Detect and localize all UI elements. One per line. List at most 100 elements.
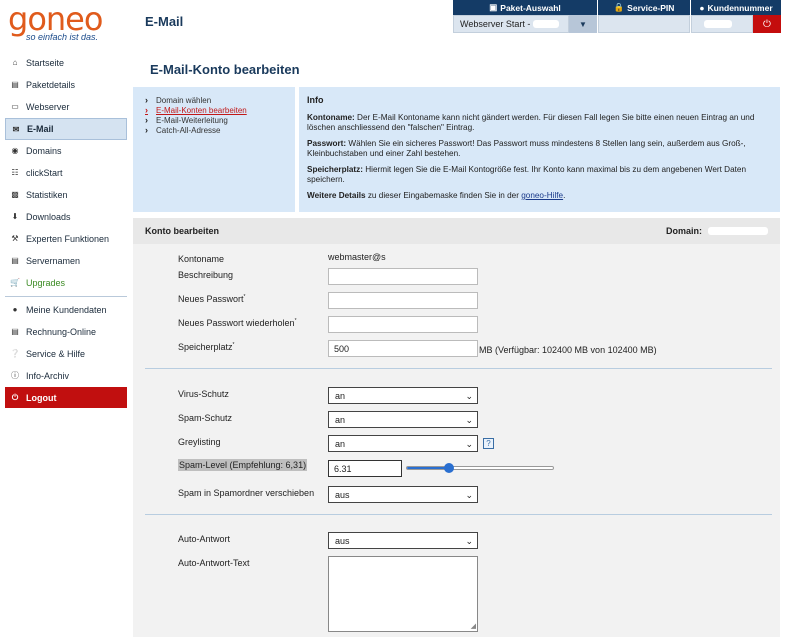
form-divider bbox=[145, 368, 772, 369]
sidebar-item-label: Domains bbox=[26, 145, 62, 156]
service-pin-label: Service-PIN bbox=[627, 2, 675, 13]
greylisting-select[interactable]: an ⌄ bbox=[328, 435, 478, 452]
apps-icon: ☷ bbox=[11, 168, 19, 177]
sidebar-item-email[interactable]: ✉ E-Mail bbox=[5, 118, 127, 140]
step-catch-all[interactable]: › Catch-All-Adresse bbox=[145, 125, 295, 135]
auto-antwort-select[interactable]: aus ⌄ bbox=[328, 532, 478, 549]
sidebar-item-kundendaten[interactable]: ● Meine Kundendaten bbox=[5, 299, 127, 321]
webserver-dropdown-arrow[interactable]: ▼ bbox=[569, 15, 597, 33]
lock-icon: 🔒 bbox=[613, 2, 625, 12]
info-passwort: Passwort: Wählen Sie ein sicheres Passwo… bbox=[307, 139, 772, 159]
header-title: E-Mail bbox=[145, 14, 184, 29]
kontoname-value: webmaster@s bbox=[328, 252, 456, 262]
step-konten-bearbeiten[interactable]: › E-Mail-Konten bearbeiten bbox=[145, 105, 295, 115]
redacted-text bbox=[708, 227, 768, 235]
service-pin-value bbox=[598, 15, 690, 33]
user-icon: ● bbox=[699, 2, 705, 13]
sidebar-item-webserver[interactable]: ▭ Webserver bbox=[5, 96, 127, 118]
beschreibung-input[interactable] bbox=[328, 268, 478, 285]
sidebar-item-clickstart[interactable]: ☷ clickStart bbox=[5, 162, 127, 184]
spamordner-select[interactable]: aus ⌄ bbox=[328, 486, 478, 503]
slider-thumb[interactable] bbox=[444, 463, 455, 473]
goneo-hilfe-link[interactable]: goneo-Hilfe bbox=[521, 191, 563, 200]
info-bold: Passwort: bbox=[307, 139, 347, 148]
info-bold: Speicherplatz: bbox=[307, 165, 363, 174]
power-icon[interactable]: ⏻ bbox=[753, 15, 781, 33]
passwort-wiederholen-label: Neues Passwort wiederholen* bbox=[178, 318, 297, 328]
panel-body: Kontoname webmaster@s Beschreibung Neues… bbox=[133, 244, 780, 637]
webserver-select[interactable]: Webserver Start - bbox=[453, 15, 569, 33]
sidebar-item-label: Servernamen bbox=[26, 255, 81, 266]
help-icon: ❔ bbox=[10, 349, 20, 358]
auto-antwort-text-label: Auto-Antwort-Text bbox=[178, 558, 250, 568]
spam-level-input[interactable]: 6.31 bbox=[328, 460, 402, 477]
beschreibung-label: Beschreibung bbox=[178, 270, 234, 280]
goneo-logo[interactable]: goneo so einfach ist das. bbox=[8, 0, 126, 42]
info-text: Der E-Mail Kontoname kann nicht gändert … bbox=[307, 113, 755, 132]
passwort-wiederholen-text: Neues Passwort wiederholen bbox=[178, 318, 295, 328]
paket-auswahl-tab[interactable]: ▣ Paket-Auswahl bbox=[453, 0, 597, 15]
package-icon: ▣ bbox=[489, 2, 498, 12]
step-label: Domain wählen bbox=[156, 95, 212, 105]
form-divider bbox=[145, 514, 772, 515]
step-weiterleitung[interactable]: › E-Mail-Weiterleitung bbox=[145, 115, 295, 125]
neues-passwort-input[interactable] bbox=[328, 292, 478, 309]
chevron-right-icon: › bbox=[145, 125, 148, 135]
sidebar-item-logout[interactable]: ⏻ Logout bbox=[5, 387, 127, 409]
server-icon: ▭ bbox=[11, 102, 19, 111]
info-box: Info Kontoname: Der E-Mail Kontoname kan… bbox=[299, 87, 780, 212]
globe-icon: ◉ bbox=[11, 146, 19, 155]
sidebar-item-paketdetails[interactable]: ▤ Paketdetails bbox=[5, 74, 127, 96]
info-text: Wählen Sie ein sicheres Passwort! Das Pa… bbox=[307, 139, 746, 158]
invoice-icon: ▤ bbox=[11, 327, 19, 336]
passwort-wiederholen-input[interactable] bbox=[328, 316, 478, 333]
chevron-right-icon: › bbox=[145, 105, 148, 115]
step-label: E-Mail-Weiterleitung bbox=[156, 115, 228, 125]
speicherplatz-input[interactable]: 500 bbox=[328, 340, 478, 357]
paket-auswahl-label: Paket-Auswahl bbox=[500, 2, 561, 13]
sidebar-item-downloads[interactable]: ⬇ Downloads bbox=[5, 206, 127, 228]
kontoname-label: Kontoname bbox=[178, 254, 225, 264]
sidebar-item-label: Logout bbox=[26, 392, 57, 403]
spam-schutz-value: an bbox=[335, 414, 346, 425]
sidebar-item-label: E-Mail bbox=[27, 124, 54, 134]
sidebar-item-upgrades[interactable]: 🛒 Upgrades bbox=[5, 272, 127, 294]
wrench-icon: ⚒ bbox=[11, 234, 19, 243]
resize-grip-icon[interactable]: ◢ bbox=[471, 622, 476, 630]
top-bar: ▣ Paket-Auswahl 🔒 Service-PIN ● Kundennu… bbox=[453, 0, 781, 33]
sidebar-item-experten[interactable]: ⚒ Experten Funktionen bbox=[5, 228, 127, 250]
service-pin-tab[interactable]: 🔒 Service-PIN bbox=[598, 0, 690, 15]
chevron-down-icon: ⌄ bbox=[465, 415, 473, 425]
stats-icon: ▩ bbox=[11, 190, 19, 199]
step-label: E-Mail-Konten bearbeiten bbox=[156, 105, 247, 115]
logo-word: goneo bbox=[8, 0, 103, 38]
sidebar-item-servernamen[interactable]: ▤ Servernamen bbox=[5, 250, 127, 272]
auto-antwort-textarea[interactable]: ◢ bbox=[328, 556, 478, 632]
redacted-text bbox=[385, 253, 456, 262]
neues-passwort-label: Neues Passwort* bbox=[178, 294, 246, 304]
info-text: . bbox=[563, 191, 566, 200]
download-icon: ⬇ bbox=[11, 212, 19, 221]
auto-antwort-value: aus bbox=[335, 535, 350, 546]
power-icon: ⏻ bbox=[11, 392, 19, 402]
sidebar-item-domains[interactable]: ◉ Domains bbox=[5, 140, 127, 162]
virus-schutz-select[interactable]: an ⌄ bbox=[328, 387, 478, 404]
sidebar-item-rechnung[interactable]: ▤ Rechnung-Online bbox=[5, 321, 127, 343]
sidebar-item-service-hilfe[interactable]: ❔ Service & Hilfe bbox=[5, 343, 127, 365]
sidebar-item-startseite[interactable]: ⌂ Startseite bbox=[5, 52, 127, 74]
spam-schutz-label: Spam-Schutz bbox=[178, 413, 233, 423]
kundennummer-label: Kundennummer bbox=[707, 2, 773, 13]
help-icon[interactable]: ? bbox=[483, 438, 494, 449]
sidebar-item-statistiken[interactable]: ▩ Statistiken bbox=[5, 184, 127, 206]
sidebar-item-info-archiv[interactable]: ⓘ Info-Archiv bbox=[5, 365, 127, 387]
chevron-down-icon: ⌄ bbox=[465, 439, 473, 449]
chevron-down-icon: ⌄ bbox=[465, 536, 473, 546]
greylisting-label: Greylisting bbox=[178, 437, 221, 447]
step-label: Catch-All-Adresse bbox=[156, 125, 221, 135]
spam-level-slider[interactable] bbox=[406, 463, 554, 473]
sidebar-item-label: Downloads bbox=[26, 211, 71, 222]
spam-schutz-select[interactable]: an ⌄ bbox=[328, 411, 478, 428]
auto-antwort-label: Auto-Antwort bbox=[178, 534, 231, 544]
kundennummer-tab[interactable]: ● Kundennummer bbox=[691, 0, 781, 15]
step-domain-waehlen[interactable]: › Domain wählen bbox=[145, 95, 295, 105]
